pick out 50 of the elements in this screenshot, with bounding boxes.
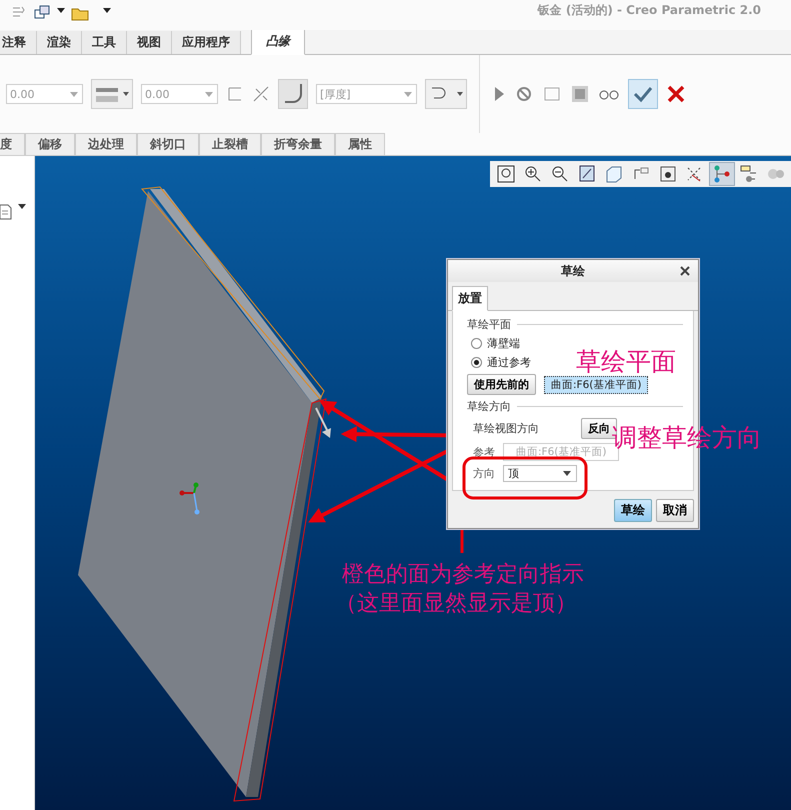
dropdown-caret-icon[interactable] (18, 204, 26, 209)
panel-tab[interactable]: 度 (0, 133, 25, 155)
panel-tab[interactable]: 折弯余量 (261, 133, 335, 155)
offset-type-icon[interactable] (91, 79, 133, 109)
ribbon-tab[interactable]: 渲染 (37, 31, 82, 54)
close-icon[interactable] (666, 84, 686, 104)
dialog-tab[interactable]: 放置 (452, 286, 488, 311)
thickness-icon[interactable] (278, 79, 308, 109)
field-label: 方向 (473, 466, 495, 481)
radio-button[interactable] (471, 357, 482, 368)
flip-arrow-icon (315, 408, 331, 438)
annotation-text: 草绘平面 (576, 346, 676, 378)
close-icon[interactable] (680, 266, 690, 276)
dialog-button[interactable]: 取消 (656, 499, 694, 522)
radio-button[interactable] (471, 338, 482, 349)
radio-label: 薄壁端 (487, 336, 520, 351)
use-previous-button[interactable]: 使用先前的 (467, 374, 536, 395)
coordinate-axes-icon (180, 482, 200, 514)
section-heading: 草绘平面 (467, 317, 511, 332)
radio-label: 通过参考 (487, 355, 531, 370)
annotation-text: （这里面显然显示是顶） (335, 590, 577, 618)
windows-icon[interactable] (34, 5, 52, 21)
panel-tab[interactable]: 偏移 (25, 133, 75, 155)
document-icon[interactable] (0, 204, 12, 220)
preview-icon[interactable] (570, 84, 590, 104)
ribbon-tab[interactable]: 应用程序 (172, 31, 241, 54)
flip-arrows-icon[interactable] (252, 85, 270, 103)
field-label: 草绘视图方向 (473, 421, 540, 436)
stop-icon[interactable] (514, 84, 534, 104)
ribbon-tab[interactable]: 工具 (82, 31, 127, 54)
window-title: 钣金 (活动的) - Creo Parametric 2.0 (538, 2, 761, 19)
plane-reference-field[interactable]: 曲面:F6(基准平面) (544, 376, 648, 394)
dialog-button[interactable]: 草绘 (614, 499, 652, 522)
section-heading: 草绘方向 (467, 399, 511, 414)
checkmark-icon[interactable] (628, 79, 658, 109)
ribbon-tab[interactable]: 凸缘 (251, 28, 305, 55)
panel-tab[interactable]: 斜切口 (137, 133, 199, 155)
dropdown-caret-icon[interactable] (57, 8, 65, 13)
dialog-title: 草绘 (561, 262, 585, 280)
annotation-text: 橙色的面为参考定向指示 (342, 561, 584, 589)
direction-dropdown[interactable]: 顶 (503, 465, 577, 482)
panel-tab[interactable]: 止裂槽 (199, 133, 261, 155)
play-icon[interactable] (492, 85, 506, 103)
bend-icon[interactable] (425, 79, 467, 109)
dropdown-caret-icon[interactable] (103, 8, 111, 13)
panel-tab[interactable]: 属性 (335, 133, 385, 155)
panel-tab[interactable]: 边处理 (75, 133, 137, 155)
ribbon-tab[interactable]: 视图 (127, 31, 172, 54)
nodes-icon[interactable] (710, 163, 734, 185)
ribbon-tab[interactable]: 注释 (0, 31, 37, 54)
